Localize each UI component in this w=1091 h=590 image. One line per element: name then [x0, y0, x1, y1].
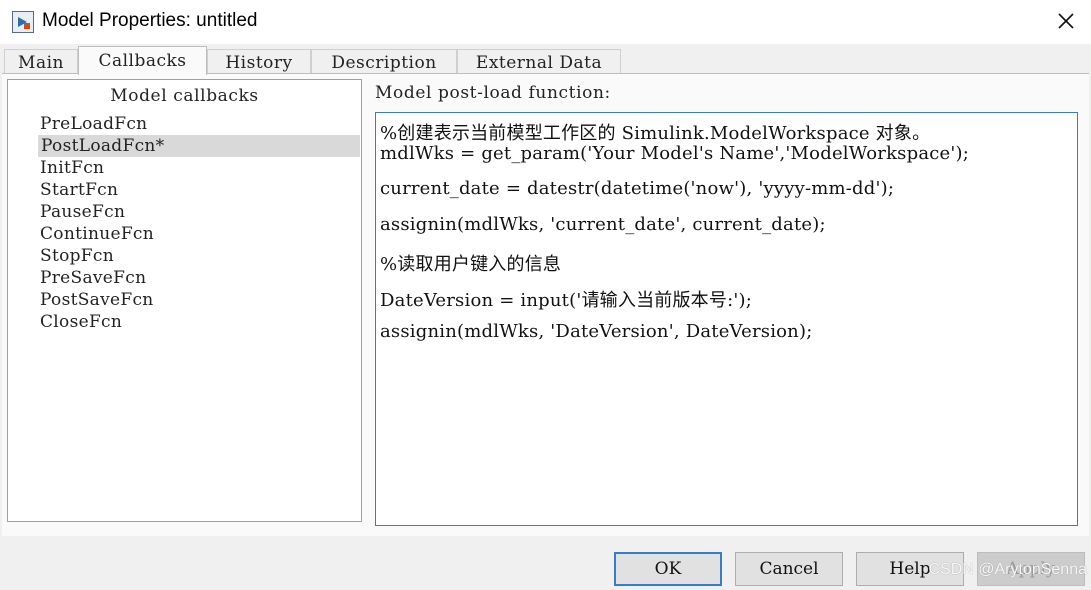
list-item-startfcn[interactable]: StartFcn [40, 179, 118, 201]
ok-button[interactable]: OK [614, 552, 722, 586]
list-item-presavefcn[interactable]: PreSaveFcn [40, 267, 146, 289]
list-item-postsavefcn[interactable]: PostSaveFcn [40, 289, 154, 311]
code-line: DateVersion = input('请输入当前版本号:'); [380, 290, 752, 311]
callbacks-list-header: Model callbacks [110, 86, 259, 106]
close-icon[interactable] [1055, 10, 1077, 32]
list-item-postloadfcn[interactable]: PostLoadFcn* [38, 135, 360, 157]
list-item-continuefcn[interactable]: ContinueFcn [40, 223, 154, 245]
code-line: %读取用户键入的信息 [380, 254, 562, 275]
title-bar: Model Properties: untitled [0, 0, 1091, 44]
tab-history[interactable]: History [207, 49, 311, 74]
callback-code-editor[interactable]: %创建表示当前模型工作区的 Simulink.ModelWorkspace 对象… [375, 112, 1078, 526]
callbacks-list[interactable]: Model callbacks PreLoadFcn PostLoadFcn* … [7, 79, 362, 522]
tab-callbacks[interactable]: Callbacks [78, 46, 207, 75]
code-line: mdlWks = get_param('Your Model's Name','… [380, 143, 970, 164]
tab-description[interactable]: Description [311, 49, 457, 74]
tab-main[interactable]: Main [4, 49, 78, 74]
watermark: CSDN @ArytonSenna [928, 561, 1087, 578]
code-line: assignin(mdlWks, 'current_date', current… [380, 214, 826, 235]
list-item-closefcn[interactable]: CloseFcn [40, 311, 122, 333]
cancel-button[interactable]: Cancel [735, 552, 843, 586]
simulink-model-icon [12, 11, 34, 33]
list-item-initfcn[interactable]: InitFcn [40, 157, 104, 179]
tab-external-data[interactable]: External Data [457, 49, 621, 74]
window-title: Model Properties: untitled [42, 10, 258, 31]
code-line: %创建表示当前模型工作区的 Simulink.ModelWorkspace 对象… [380, 123, 931, 144]
code-line: assignin(mdlWks, 'DateVersion', DateVers… [380, 321, 813, 342]
list-item-stopfcn[interactable]: StopFcn [40, 245, 114, 267]
function-label: Model post-load function: [375, 83, 611, 103]
code-line: current_date = datestr(datetime('now'), … [380, 178, 895, 199]
list-item-preloadfcn[interactable]: PreLoadFcn [40, 113, 147, 135]
list-item-pausefcn[interactable]: PauseFcn [40, 201, 125, 223]
